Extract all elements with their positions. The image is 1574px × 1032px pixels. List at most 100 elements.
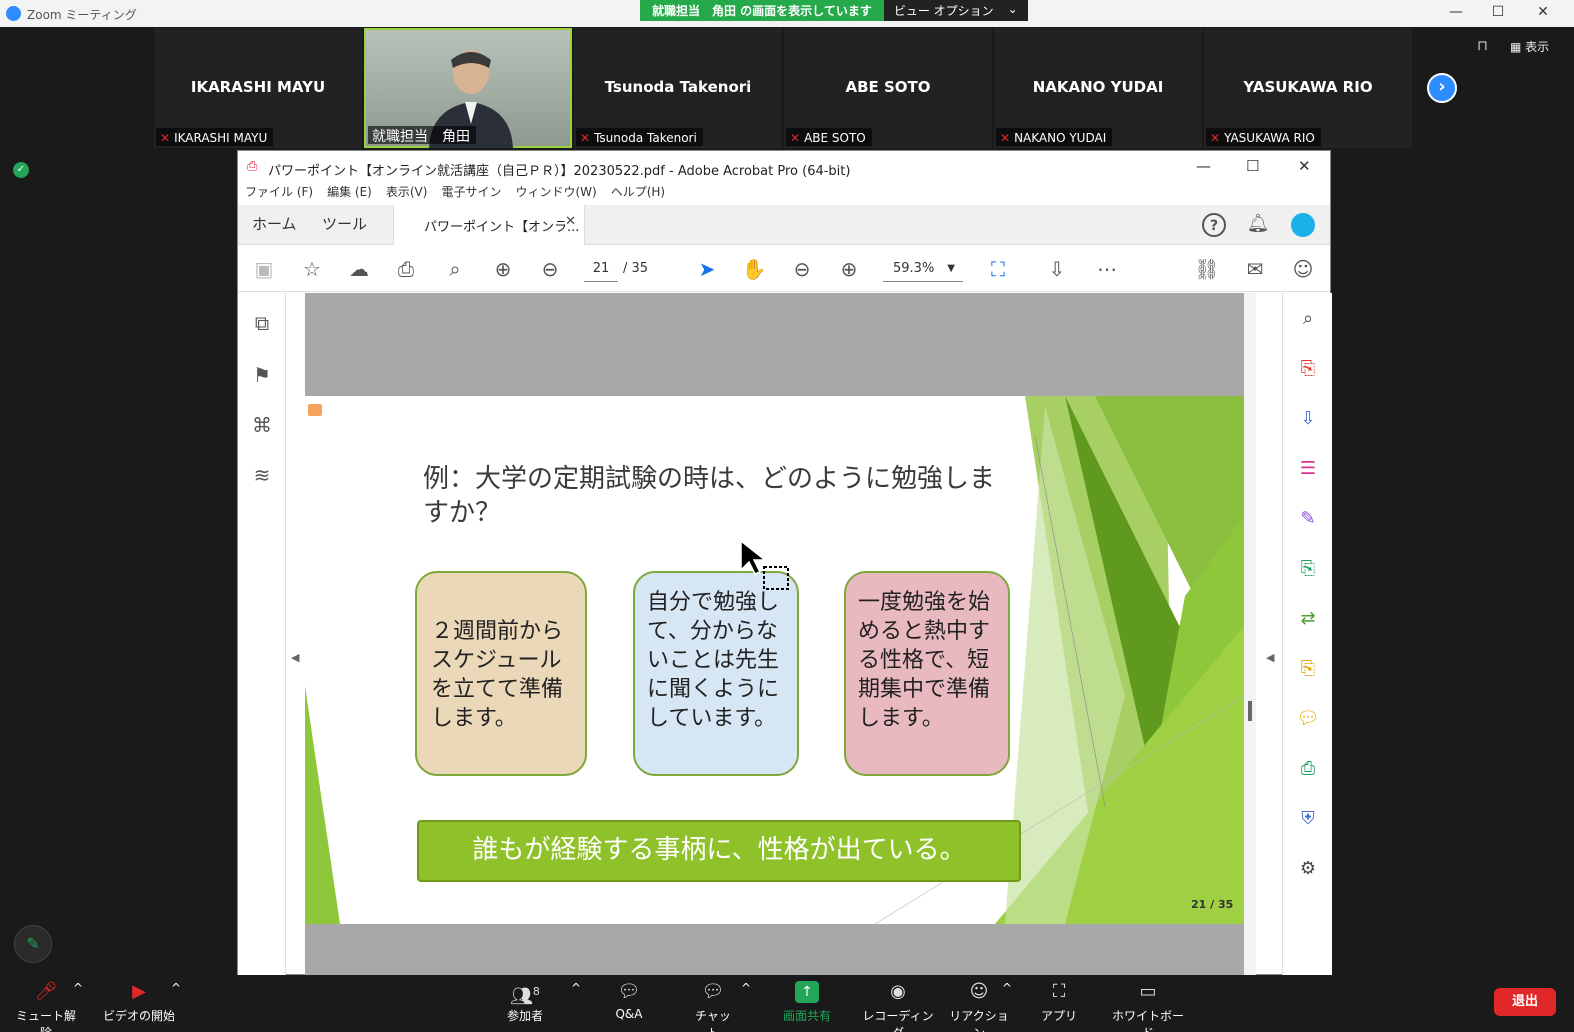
chat-button[interactable]: 💬︎ チャット <box>690 981 736 1032</box>
tools-wrench-icon[interactable]: ⚙ <box>1294 855 1322 883</box>
minimize-icon[interactable]: — <box>1196 157 1211 175</box>
select-cursor-icon[interactable]: ➤ <box>693 256 721 282</box>
comment-marker-icon[interactable] <box>308 404 322 416</box>
chat-options-chevron-icon[interactable]: ^ <box>741 981 751 995</box>
fill-sign-icon[interactable]: ✎ <box>1294 505 1322 533</box>
participant-label: ✕ ABE SOTO <box>786 128 872 146</box>
right-tools-panel: ⌕ ⎘ ⇩ ☰ ✎ ⎘ ⇄ ⎘ 💬︎ ⎙ ⛨ ⚙ <box>1282 293 1332 975</box>
help-icon[interactable]: ? <box>1202 213 1226 237</box>
participants-button[interactable]: 👥︎8 参加者 <box>503 981 547 1024</box>
page-thumbnails-icon[interactable]: ⧉ <box>250 311 274 335</box>
maximize-icon[interactable]: ☐ <box>1246 157 1259 175</box>
email-icon[interactable]: ✉ <box>1241 256 1269 282</box>
zoom-out-icon[interactable]: ⊖ <box>788 256 816 282</box>
zoom-in-icon[interactable]: ⊕ <box>835 256 863 282</box>
attachment-icon[interactable]: ⌘ <box>250 413 274 437</box>
whiteboard-button[interactable]: ▭ ホワイトボード <box>1110 981 1186 1032</box>
menu-file[interactable]: ファイル (F) <box>245 183 313 205</box>
smiley-icon: ☺ <box>969 981 989 1002</box>
lock-icon[interactable]: ⊓ <box>1477 38 1488 54</box>
account-avatar[interactable] <box>1291 213 1315 237</box>
tab-document[interactable]: パワーポイント【オンラ... ✕ <box>393 205 585 245</box>
zoom-tool-icon[interactable]: ⌕ <box>1294 305 1322 333</box>
compare-icon[interactable]: ⇄ <box>1294 605 1322 633</box>
vertical-scrollbar[interactable] <box>1244 293 1256 975</box>
send-for-review-icon[interactable]: ⎘ <box>1294 555 1322 583</box>
leave-button[interactable]: 退出 <box>1494 988 1556 1016</box>
bell-icon[interactable]: 🔔︎ <box>1246 213 1270 237</box>
page-up-icon[interactable]: ⊕ <box>489 256 517 282</box>
zoom-level-select[interactable]: 59.3% ▼ <box>883 256 963 282</box>
participant-tile[interactable]: NAKANO YUDAI ✕ NAKANO YUDAI <box>994 28 1202 148</box>
menu-edit[interactable]: 編集 (E) <box>327 183 372 205</box>
participant-tile[interactable]: YASUKAWA RIO ✕ YASUKAWA RIO <box>1204 28 1412 148</box>
hand-tool-icon[interactable]: ✋ <box>740 256 768 282</box>
participant-tile[interactable]: Tsunoda Takenori ✕ Tsunoda Takenori <box>574 28 782 148</box>
menu-esign[interactable]: 電子サイン <box>441 183 501 205</box>
menu-window[interactable]: ウィンドウ(W) <box>515 183 596 205</box>
print-production-icon[interactable]: ⎙ <box>1294 755 1322 783</box>
create-pdf-icon[interactable]: ⎘ <box>1294 355 1322 383</box>
security-shield-icon[interactable]: ✓ <box>13 162 29 178</box>
unmute-label: ミュート解除 <box>15 1009 76 1032</box>
participant-tile-video[interactable]: 就職担当 角田 <box>364 28 572 148</box>
close-icon[interactable]: ✕ <box>1533 4 1553 20</box>
page-down-icon[interactable]: ⊖ <box>536 256 564 282</box>
reaction-options-chevron-icon[interactable]: ^ <box>1002 981 1012 995</box>
answer-card-3: 一度勉強を始めると熱中する性格で、短期集中で準備します。 <box>844 571 1010 776</box>
participant-label-text: IKARASHI MAYU <box>174 131 268 145</box>
export-pdf-icon[interactable]: ⇩ <box>1294 405 1322 433</box>
menu-help[interactable]: ヘルプ(H) <box>611 183 665 205</box>
view-options-button[interactable]: ビュー オプション ⌄ <box>883 0 1028 21</box>
start-video-button[interactable]: ▶ ビデオの開始 <box>102 981 176 1024</box>
zoom-search-icon[interactable]: ⌕ <box>441 256 469 282</box>
maximize-icon[interactable]: ☐ <box>1488 4 1508 20</box>
collapse-right-icon[interactable]: ◀ <box>1266 651 1274 664</box>
close-tab-icon[interactable]: ✕ <box>565 214 576 229</box>
collapse-left-icon[interactable]: ◀ <box>291 651 299 664</box>
share-link-icon[interactable]: ⛓ <box>1193 256 1221 282</box>
apps-label: アプリ <box>1040 1009 1077 1023</box>
video-off-icon: ▶ <box>132 981 146 1002</box>
tab-home[interactable]: ホーム <box>252 213 297 234</box>
video-options-chevron-icon[interactable]: ^ <box>171 981 181 995</box>
rich-media-icon[interactable]: ⎘ <box>1294 655 1322 683</box>
minimize-icon[interactable]: — <box>1446 4 1466 20</box>
close-icon[interactable]: ✕ <box>1298 157 1311 175</box>
scroll-mode-icon[interactable]: ⇩ <box>1043 256 1071 282</box>
unmute-button[interactable]: 🎤︎ ミュート解除 <box>12 981 80 1032</box>
more-icon[interactable]: ⋯ <box>1093 256 1121 282</box>
record-button[interactable]: ◉ レコーディング <box>862 981 934 1032</box>
organize-pages-icon[interactable]: ☰ <box>1294 455 1322 483</box>
scrollbar-thumb[interactable] <box>1248 701 1252 721</box>
participants-options-chevron-icon[interactable]: ^ <box>571 981 581 995</box>
apps-button[interactable]: ⛶ アプリ <box>1039 981 1079 1024</box>
reaction-button[interactable]: ☺ リアクション <box>948 981 1010 1032</box>
page-number-input[interactable]: 21 <box>584 256 618 282</box>
view-toggle-button[interactable]: ▦ 表示 <box>1510 38 1549 55</box>
fit-page-icon[interactable]: ⛶ <box>984 256 1012 282</box>
participant-label-text: Tsunoda Takenori <box>594 131 697 145</box>
annotate-pencil-icon[interactable]: ✎ <box>14 925 52 963</box>
bookmark-star-icon[interactable]: ☆ <box>298 256 326 282</box>
menu-view[interactable]: 表示(V) <box>386 183 428 205</box>
comment-icon[interactable]: 💬︎ <box>1294 705 1322 733</box>
participants-label: 参加者 <box>506 1009 543 1023</box>
participant-tile[interactable]: IKARASHI MAYU ✕ IKARASHI MAYU <box>154 28 362 148</box>
tab-tools[interactable]: ツール <box>322 213 367 234</box>
protect-shield-icon[interactable]: ⛨ <box>1294 805 1322 833</box>
add-user-icon[interactable]: ☺ <box>1289 256 1317 282</box>
qa-button[interactable]: 💬︎ Q&A <box>609 981 649 1021</box>
document-viewport[interactable]: 例：大学の定期試験の時は、どのように勉強しますか？ ２週間前からスケジュールを立… <box>305 293 1244 975</box>
layers-icon[interactable]: ≋ <box>250 463 274 487</box>
cloud-upload-icon[interactable]: ☁ <box>345 256 373 282</box>
participant-tile[interactable]: ABE SOTO ✕ ABE SOTO <box>784 28 992 148</box>
bookmark-icon[interactable]: ⚑ <box>250 363 274 387</box>
mic-muted-icon: ✕ <box>580 131 591 145</box>
share-screen-button[interactable]: ↑ 画面共有 <box>778 981 836 1024</box>
mic-muted-icon: ✕ <box>160 131 171 145</box>
print-icon[interactable]: ⎙ <box>392 256 420 282</box>
save-icon[interactable]: ▣ <box>250 256 278 282</box>
audio-options-chevron-icon[interactable]: ^ <box>73 981 83 995</box>
next-participants-button[interactable]: › <box>1427 73 1457 103</box>
